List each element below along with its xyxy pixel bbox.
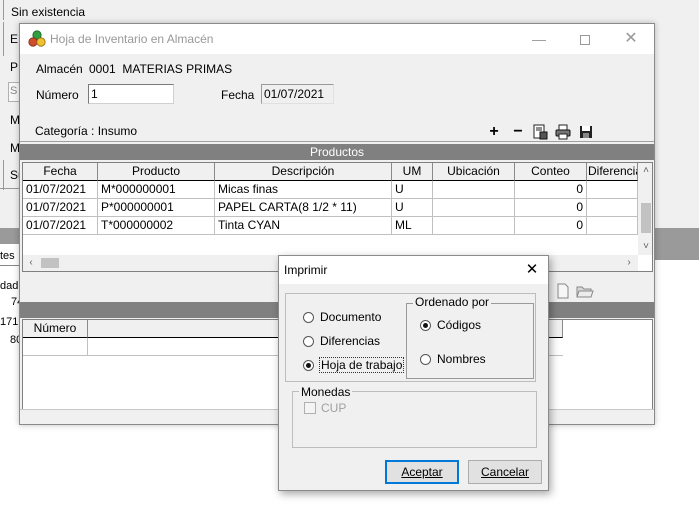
radio-codigos-label[interactable]: Códigos (437, 318, 481, 332)
ordenado-por-label: Ordenado por (413, 295, 492, 309)
bg-frame-edge (0, 0, 4, 20)
numero-input[interactable]: 1 (88, 84, 174, 104)
print-icon[interactable] (555, 124, 571, 140)
cancelar-button-label: Cancelar (480, 465, 530, 479)
numero-label: Número (36, 88, 79, 102)
table-cell[interactable]: Micas finas (215, 181, 392, 199)
column-header-producto[interactable]: Producto (98, 163, 215, 181)
column-header-diferencia[interactable]: Diferencia (587, 163, 638, 181)
bg-frame-edge (0, 22, 4, 56)
window-title: Hoja de Inventario en Almacén (50, 32, 214, 46)
column-header-fecha[interactable]: Fecha (23, 163, 98, 181)
cancelar-button[interactable]: Cancelar (468, 460, 542, 484)
table-cell[interactable]: 01/07/2021 (23, 199, 98, 217)
table-cell[interactable] (587, 199, 638, 217)
radio-documento[interactable] (303, 312, 314, 323)
table-cell[interactable] (433, 199, 515, 217)
save-as-icon[interactable] (532, 124, 548, 140)
table-cell[interactable]: 0 (515, 217, 587, 235)
radio-nombres-label[interactable]: Nombres (437, 352, 486, 366)
new-document-icon[interactable] (555, 283, 571, 299)
scroll-up-icon[interactable]: ˄ (638, 163, 652, 179)
cup-checkbox[interactable] (304, 402, 316, 414)
scroll-thumb[interactable] (41, 258, 59, 268)
vertical-scrollbar[interactable]: ˄ ˅ (638, 163, 652, 255)
ordenado-por-group (406, 303, 534, 379)
fecha-input[interactable]: 01/07/2021 (261, 84, 334, 104)
app-icon (28, 30, 46, 47)
add-icon[interactable]: + (486, 124, 502, 140)
table-cell[interactable]: U (392, 181, 433, 199)
column-header-um[interactable]: UM (392, 163, 433, 181)
cup-checkbox-label: CUP (321, 401, 347, 415)
aceptar-button-label: Aceptar (401, 465, 443, 479)
window-titlebar: Hoja de Inventario en Almacén — ✕ (20, 24, 654, 54)
categoria-label: Categoría : Insumo (35, 124, 138, 138)
monedas-group (292, 391, 537, 448)
radio-hoja-de-trabajo[interactable] (303, 360, 314, 371)
maximize-icon (580, 35, 590, 46)
bg-col-header: dad (0, 280, 19, 292)
bg-divider (0, 188, 19, 189)
table-cell[interactable]: M*000000001 (98, 181, 215, 199)
dialog-titlebar: Imprimir ✕ (279, 256, 548, 284)
minimize-button[interactable]: — (516, 24, 562, 54)
table-cell[interactable] (587, 217, 638, 235)
column-header-ubicacion[interactable]: Ubicación (433, 163, 515, 181)
almacen-label: Almacén (36, 62, 83, 76)
print-dialog: Imprimir ✕ Documento Diferencias Hoja de… (278, 255, 549, 491)
maximize-button[interactable] (562, 24, 608, 54)
radio-diferencias[interactable] (303, 336, 314, 347)
column-header-numero[interactable]: Número (23, 320, 88, 338)
dialog-close-icon[interactable]: ✕ (520, 259, 544, 281)
table-cell[interactable] (433, 181, 515, 199)
table-cell[interactable]: P*000000001 (98, 199, 215, 217)
scroll-left-icon[interactable]: ‹ (23, 255, 39, 271)
radio-documento-label[interactable]: Documento (320, 310, 381, 324)
table-cell[interactable]: Tinta CYAN (215, 217, 392, 235)
table-cell[interactable]: U (392, 199, 433, 217)
remove-icon[interactable]: − (510, 124, 526, 140)
table-cell[interactable]: 01/07/2021 (23, 217, 98, 235)
almacen-value: 0001 MATERIAS PRIMAS (89, 62, 233, 76)
bg-tab-label: tes (0, 250, 15, 262)
aceptar-button[interactable]: Aceptar (385, 460, 459, 484)
bg-band-right (655, 244, 699, 260)
open-folder-icon[interactable] (576, 283, 594, 299)
bg-side-letter-1: E (10, 32, 19, 46)
sin-existencia-label: Sin existencia (11, 5, 86, 19)
radio-hoja-de-trabajo-label[interactable]: Hoja de trabajo (319, 357, 405, 373)
floppy-save-icon[interactable] (578, 124, 594, 140)
radio-codigos[interactable] (420, 320, 431, 331)
monedas-label: Monedas (299, 385, 353, 399)
bg-frame-edge (0, 160, 4, 190)
table-cell[interactable]: ML (392, 217, 433, 235)
table-cell[interactable] (433, 217, 515, 235)
radio-nombres[interactable] (420, 354, 431, 365)
table-cell[interactable]: 01/07/2021 (23, 181, 98, 199)
column-header-descripcion[interactable]: Descripción (215, 163, 392, 181)
table-cell[interactable] (587, 181, 638, 199)
bg-side-letter-2: P (10, 60, 19, 74)
productos-band: Productos (20, 144, 654, 160)
scroll-thumb[interactable] (641, 203, 651, 233)
close-button[interactable]: ✕ (608, 24, 654, 54)
bg-divider (0, 265, 19, 266)
table-cell[interactable]: T*000000002 (98, 217, 215, 235)
scroll-down-icon[interactable]: ˅ (638, 239, 652, 255)
radio-diferencias-label[interactable]: Diferencias (320, 334, 380, 348)
dialog-title: Imprimir (284, 263, 328, 277)
table-cell[interactable]: 0 (515, 181, 587, 199)
table-cell[interactable]: PAPEL CARTA(8 1/2 * 11) (215, 199, 392, 217)
table-cell[interactable]: 0 (515, 199, 587, 217)
fecha-label: Fecha (221, 88, 255, 102)
column-header-conteo[interactable]: Conteo (515, 163, 587, 181)
scroll-right-icon[interactable]: › (621, 255, 637, 271)
